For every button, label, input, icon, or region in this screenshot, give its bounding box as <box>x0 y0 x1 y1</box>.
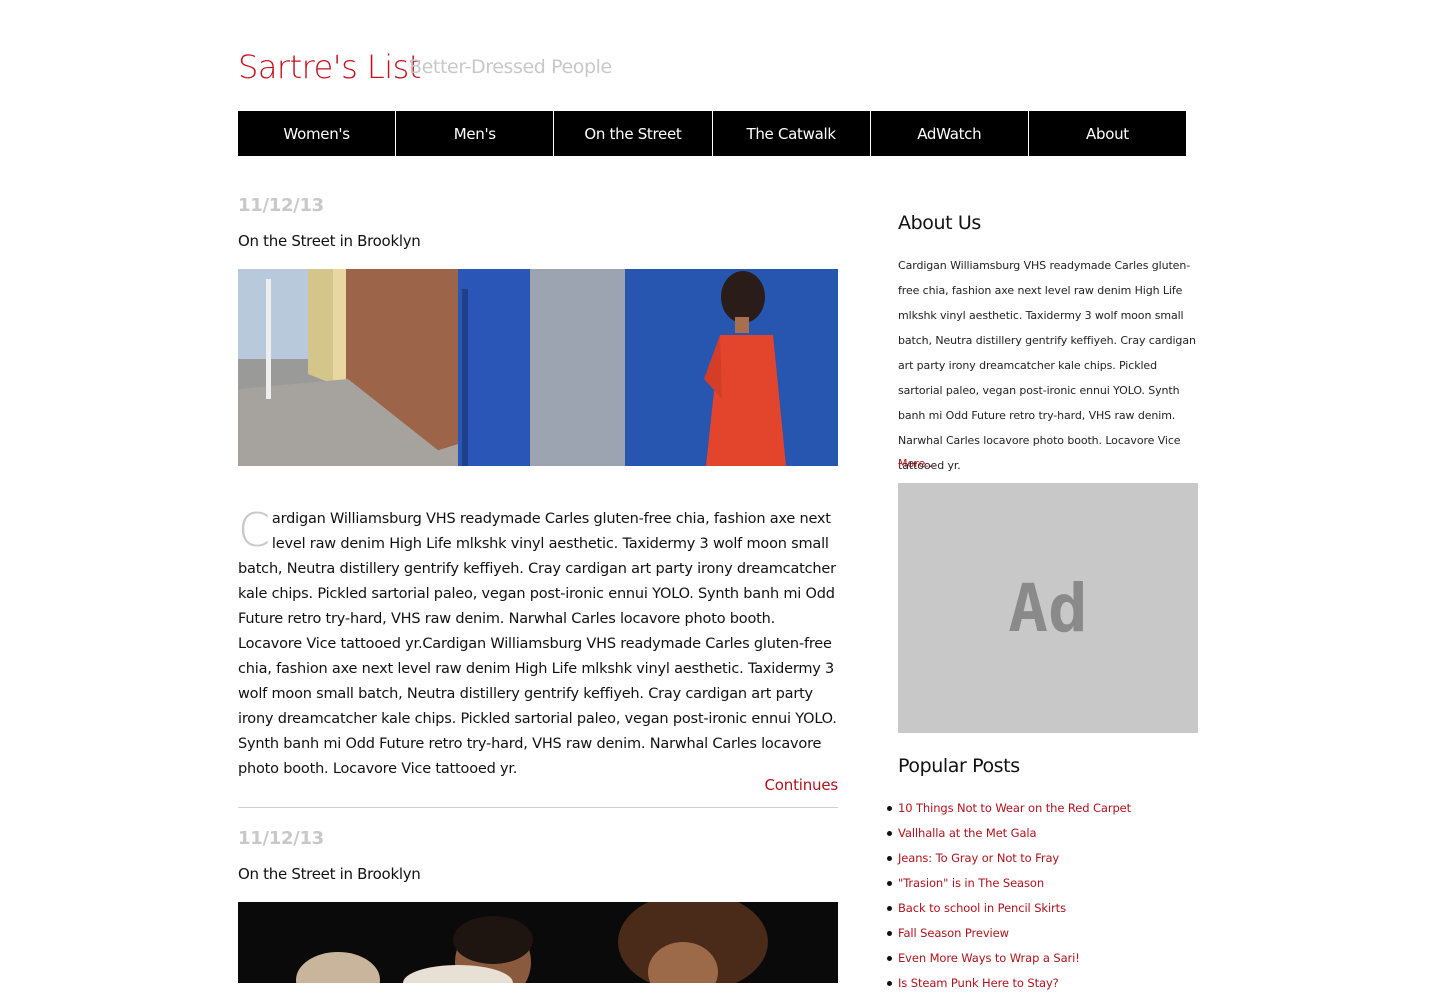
post-image-street[interactable] <box>238 269 838 466</box>
ad-placeholder[interactable]: Ad <box>898 483 1198 733</box>
bullet <box>887 906 892 911</box>
post-divider <box>238 807 838 808</box>
main-nav: Women's Men's On the Street The Catwalk … <box>238 111 1186 156</box>
nav-item-womens[interactable]: Women's <box>238 111 397 156</box>
continues-link[interactable]: Continues <box>238 776 839 794</box>
popular-post-title[interactable]: 10 Things Not to Wear on the Red Carpet <box>898 801 1131 815</box>
post-date: 11/12/13 <box>238 195 324 216</box>
popular-post-link[interactable]: Back to school in Pencil Skirts <box>859 896 1198 921</box>
nav-item-the-catwalk[interactable]: The Catwalk <box>713 111 871 156</box>
post-image-people[interactable] <box>238 902 838 983</box>
bullet <box>887 931 892 936</box>
ad-label: Ad <box>1008 569 1088 647</box>
popular-post-link[interactable]: Is Steam Punk Here to Stay? <box>859 971 1198 996</box>
more-link[interactable]: More... <box>898 457 936 470</box>
post-date: 11/12/13 <box>238 828 324 849</box>
bullet <box>887 956 892 961</box>
bullet <box>887 881 892 886</box>
bullet <box>887 856 892 861</box>
post-body-text: ardigan Williamsburg VHS readymade Carle… <box>238 511 837 777</box>
popular-post-title[interactable]: "Trasion" is in The Season <box>898 876 1044 890</box>
site-title[interactable]: Sartre's List <box>238 48 421 86</box>
popular-post-title[interactable]: Even More Ways to Wrap a Sari! <box>898 951 1080 965</box>
popular-post-link[interactable]: 10 Things Not to Wear on the Red Carpet <box>859 796 1198 821</box>
popular-post-link[interactable]: Vallhalla at the Met Gala <box>859 821 1198 846</box>
bullet <box>887 831 892 836</box>
post-title[interactable]: On the Street in Brooklyn <box>238 232 421 250</box>
popular-post-link[interactable]: Jeans: To Gray or Not to Fray <box>859 846 1198 871</box>
bullet <box>887 981 892 986</box>
post-body: Cardigan Williamsburg VHS readymade Carl… <box>238 507 838 782</box>
post-dropcap: C <box>238 503 270 557</box>
popular-post-title[interactable]: Vallhalla at the Met Gala <box>898 826 1037 840</box>
nav-item-about[interactable]: About <box>1029 111 1186 156</box>
popular-post-title[interactable]: Jeans: To Gray or Not to Fray <box>898 851 1059 865</box>
popular-post-link[interactable]: "Trasion" is in The Season <box>859 871 1198 896</box>
popular-post-link[interactable]: Fall Season Preview <box>859 921 1198 946</box>
popular-post-title[interactable]: Fall Season Preview <box>898 926 1009 940</box>
post-title[interactable]: On the Street in Brooklyn <box>238 865 421 883</box>
popular-post-title[interactable]: Is Steam Punk Here to Stay? <box>898 976 1059 990</box>
site-tagline: Better-Dressed People <box>409 56 612 78</box>
nav-item-adwatch[interactable]: AdWatch <box>871 111 1029 156</box>
popular-post-title[interactable]: Back to school in Pencil Skirts <box>898 901 1066 915</box>
about-heading: About Us <box>898 212 981 234</box>
nav-item-on-the-street[interactable]: On the Street <box>554 111 713 156</box>
popular-posts-list: 10 Things Not to Wear on the Red Carpet … <box>859 796 1198 996</box>
popular-heading: Popular Posts <box>898 755 1020 777</box>
bullet <box>887 806 892 811</box>
popular-post-link[interactable]: Even More Ways to Wrap a Sari! <box>859 946 1198 971</box>
nav-item-mens[interactable]: Men's <box>396 111 555 156</box>
about-text: Cardigan Williamsburg VHS readymade Carl… <box>898 259 1196 472</box>
